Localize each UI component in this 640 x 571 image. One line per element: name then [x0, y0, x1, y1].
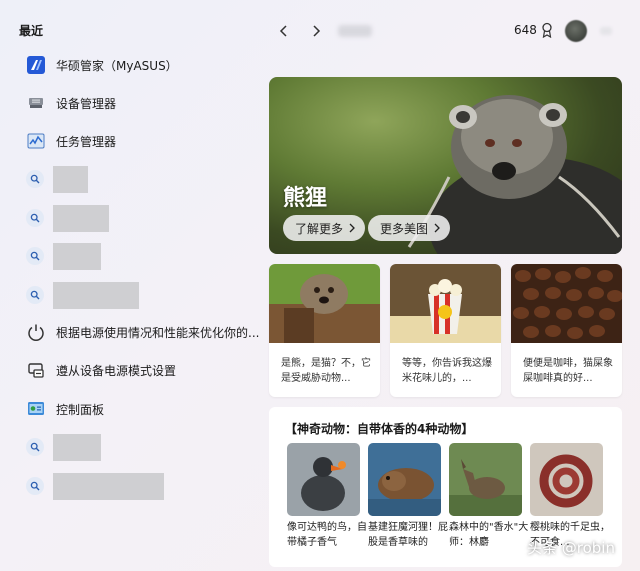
musk-deer-photo [449, 443, 522, 516]
blurred-date [338, 25, 372, 37]
redacted-block [53, 165, 88, 193]
more-options-button[interactable] [600, 27, 612, 35]
tile-caption: 像可达鸭的鸟，自带橘子香气 [287, 522, 367, 548]
recent-item-label: 华硕管家（MyASUS） [56, 58, 178, 73]
card-text: 是熊，是猫？不，它是受威胁动物... [281, 358, 371, 384]
learn-more-button[interactable]: 了解更多 [283, 215, 366, 241]
device-manager-icon [26, 93, 46, 113]
redacted-block [53, 204, 109, 232]
top-bar: 648 [262, 18, 640, 44]
redacted-block [53, 433, 101, 461]
more-images-button[interactable]: 更多美图 [368, 215, 451, 241]
recent-item-control-panel[interactable]: 控制面板 [26, 396, 104, 422]
card-text: 等等，你告诉我这爆米花味儿的，... [402, 358, 492, 384]
chevron-right-icon [349, 223, 355, 233]
search-icon [26, 286, 44, 304]
search-icon [26, 477, 44, 495]
card-image-coffee-beans [511, 264, 622, 343]
tile-caption: 森林中的"香水"大师：林麝 [449, 522, 529, 548]
millipede-photo [530, 443, 603, 516]
power-icon [26, 322, 46, 342]
news-card-2[interactable]: 等等，你告诉我这爆米花味儿的，... [390, 264, 501, 397]
recent-item-task-manager[interactable]: 任务管理器 [26, 128, 116, 154]
recent-item-myasus[interactable]: 华硕管家（MyASUS） [26, 52, 178, 78]
rewards-points[interactable]: 648 [514, 22, 554, 38]
recent-item-device-manager[interactable]: 设备管理器 [26, 90, 116, 116]
recent-search-item-1[interactable] [26, 165, 88, 193]
collection-title: 【神奇动物：自带体香的4种动物】 [285, 422, 474, 436]
recent-search-item-5[interactable] [26, 433, 101, 461]
search-icon [26, 438, 44, 456]
recent-item-label: 任务管理器 [56, 134, 117, 149]
avatar[interactable] [565, 20, 587, 42]
tile-beaver[interactable] [368, 443, 441, 516]
redacted-block [53, 242, 101, 270]
forward-button[interactable] [305, 20, 327, 42]
beaver-photo [368, 443, 441, 516]
task-manager-icon [26, 131, 46, 151]
recent-search-item-2[interactable] [26, 204, 109, 232]
content-panel: 648 熊狸 了解更多 更多美图 是熊，是猫？不，它是受威胁动物... 等等，你… [262, 0, 640, 571]
watermark: 头条 @robin [527, 539, 615, 557]
card-image-popcorn [390, 264, 501, 343]
recent-item-power-mode[interactable]: 遵从设备电源模式设置 [26, 357, 176, 383]
news-card-3[interactable]: 便便是咖啡，猫屎象屎咖啡真的好... [511, 264, 622, 397]
recent-search-item-6[interactable] [26, 472, 164, 500]
control-panel-icon [26, 399, 46, 419]
search-icon [26, 247, 44, 265]
tile-musk-deer[interactable] [449, 443, 522, 516]
search-icon [26, 170, 44, 188]
chevron-right-icon [434, 223, 440, 233]
recent-search-item-3[interactable] [26, 242, 101, 270]
news-card-1[interactable]: 是熊，是猫？不，它是受威胁动物... [269, 264, 380, 397]
points-value: 648 [514, 23, 537, 37]
myasus-icon [26, 55, 46, 75]
search-icon [26, 209, 44, 227]
redacted-block [53, 281, 139, 309]
card-image-binturong [269, 264, 380, 343]
bird-photo [287, 443, 360, 516]
hero-card[interactable]: 熊狸 了解更多 更多美图 [269, 77, 622, 254]
card-text: 便便是咖啡，猫屎象屎咖啡真的好... [523, 358, 613, 384]
chevron-left-icon [279, 25, 287, 37]
hero-title: 熊狸 [283, 186, 328, 211]
recent-item-label: 设备管理器 [56, 96, 117, 111]
tile-bird[interactable] [287, 443, 360, 516]
recent-item-label: 遵从设备电源模式设置 [56, 363, 177, 378]
redacted-block [53, 472, 164, 500]
recent-item-label: 根据电源使用情况和性能来优化你的... [56, 325, 260, 340]
power-settings-icon [26, 360, 46, 380]
recent-search-item-4[interactable] [26, 281, 139, 309]
more-images-label: 更多美图 [380, 221, 429, 236]
recent-item-power-optimize[interactable]: 根据电源使用情况和性能来优化你的... [26, 319, 259, 345]
rewards-medal-icon [542, 22, 552, 38]
tile-millipede[interactable] [530, 443, 603, 516]
learn-more-label: 了解更多 [295, 221, 344, 236]
chevron-right-icon [313, 25, 321, 37]
tile-caption: 基建狂魔河狸！屁股是香草味的 [368, 522, 448, 548]
recent-title: 最近 [19, 24, 44, 38]
recent-item-label: 控制面板 [56, 402, 105, 417]
recent-panel: 最近 华硕管家（MyASUS） 设备管理器 任务管理器 根据电源使用情况和性能来… [0, 0, 262, 571]
back-button[interactable] [273, 20, 295, 42]
